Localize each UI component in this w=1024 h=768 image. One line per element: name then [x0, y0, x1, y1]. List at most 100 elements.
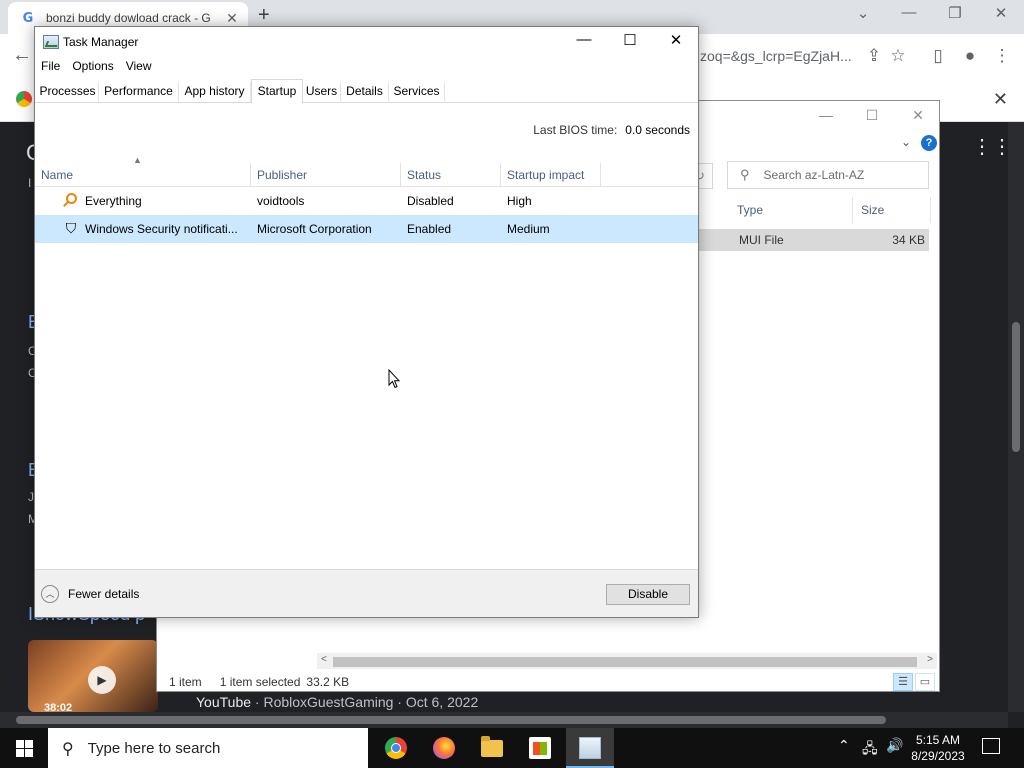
- chrome-logo-icon: [16, 91, 32, 107]
- windows-taskbar: ⚲ Type here to search ⌃ 🖧 🔊 5:15 AM 8/29…: [0, 728, 1024, 768]
- chevron-up-icon[interactable]: ⌃: [838, 738, 850, 754]
- row-publisher: Microsoft Corporation: [257, 222, 372, 236]
- tab-users[interactable]: Users: [303, 82, 341, 103]
- bios-time-label: Last BIOS time:: [533, 123, 618, 137]
- tab-app-history[interactable]: App history: [179, 82, 251, 103]
- clock-date: 8/29/2023: [911, 749, 965, 763]
- back-arrow-icon[interactable]: ←: [12, 44, 32, 67]
- bios-time-value: 0.0 seconds: [625, 123, 690, 137]
- help-icon[interactable]: ?: [921, 135, 937, 151]
- side-panel-icon[interactable]: ▯: [926, 46, 950, 66]
- large-icons-view-icon[interactable]: ▭: [915, 673, 935, 691]
- close-button[interactable]: ✕: [653, 31, 699, 53]
- chrome-menu-icon[interactable]: ⋮: [990, 46, 1014, 66]
- taskbar-search-placeholder: Type here to search: [87, 739, 221, 757]
- row-name: Windows Security notificati...: [85, 222, 238, 236]
- minimize-button[interactable]: —: [561, 31, 607, 53]
- explorer-close-button[interactable]: ✕: [895, 107, 941, 124]
- start-button[interactable]: [0, 728, 48, 768]
- clock-time: 5:15 AM: [915, 733, 961, 747]
- disable-button[interactable]: Disable: [606, 584, 690, 605]
- notification-icon[interactable]: [982, 738, 1000, 754]
- column-header-name[interactable]: Name: [35, 163, 251, 187]
- new-tab-button[interactable]: +: [258, 4, 270, 27]
- magnifier-icon: [66, 193, 77, 204]
- column-header-status[interactable]: Status: [401, 163, 501, 187]
- menu-file[interactable]: File: [35, 57, 66, 77]
- ribbon-expand-icon[interactable]: ⌄: [901, 135, 911, 149]
- task-manager-icon: [43, 35, 59, 49]
- network-icon[interactable]: 🖧: [862, 738, 878, 762]
- status-selected: 1 item selected: [219, 675, 301, 689]
- chevron-up-icon: ︿: [41, 585, 59, 603]
- infobar-close-icon[interactable]: ✕: [993, 89, 1008, 110]
- play-icon[interactable]: ▶: [88, 666, 116, 694]
- video-source[interactable]: YouTube: [196, 694, 251, 710]
- task-manager-titlebar[interactable]: Task Manager — ☐ ✕: [35, 27, 698, 57]
- chevron-down-icon[interactable]: ⌄: [840, 4, 886, 22]
- chrome-restore-button[interactable]: ❐: [932, 4, 978, 22]
- bookmark-star-icon[interactable]: ☆: [886, 46, 910, 66]
- tab-processes[interactable]: Processes: [37, 82, 99, 103]
- tab-close-icon[interactable]: ✕: [224, 10, 240, 27]
- column-header-type[interactable]: Type: [729, 197, 853, 223]
- row-name: Everything: [85, 194, 142, 208]
- row-impact: Medium: [507, 222, 550, 236]
- status-item-count: 1 item: [169, 675, 202, 689]
- firefox-icon: [433, 737, 455, 759]
- menu-view[interactable]: View: [120, 57, 158, 77]
- table-row[interactable]: Everything voidtools Disabled High: [35, 187, 698, 215]
- explorer-search-placeholder: Search az-Latn-AZ: [763, 168, 865, 182]
- window-title: Task Manager: [63, 35, 139, 49]
- file-row[interactable]: MUI File 34 KB: [697, 229, 929, 251]
- tab-performance[interactable]: Performance: [99, 82, 179, 103]
- browser-tab-title: bonzi buddy dowload crack - G: [46, 11, 211, 25]
- omnibox-url[interactable]: zoq=&gs_lcrp=EgZjaH...: [700, 48, 852, 64]
- mouse-cursor-icon: [388, 368, 401, 389]
- menu-bar: File Options View: [35, 57, 158, 77]
- bios-time: Last BIOS time: 0.0 seconds: [533, 123, 690, 137]
- explorer-maximize-button[interactable]: ☐: [849, 107, 895, 124]
- column-header-startup-impact[interactable]: Startup impact: [501, 163, 601, 187]
- task-manager-icon: [579, 737, 601, 759]
- chrome-close-button[interactable]: ✕: [978, 4, 1024, 22]
- video-meta: YouTube · RobloxGuestGaming · Oct 6, 202…: [196, 694, 478, 710]
- taskbar-firefox[interactable]: [420, 728, 468, 768]
- google-icon: G: [22, 10, 34, 26]
- page-vertical-scrollbar[interactable]: [1008, 122, 1024, 712]
- explorer-search-input[interactable]: ⚲ Search az-Latn-AZ: [727, 161, 929, 189]
- search-icon: ⚲: [740, 167, 750, 182]
- task-manager-footer: ︿ Fewer details Disable: [35, 570, 698, 617]
- page-horizontal-scrollbar[interactable]: [0, 712, 1008, 728]
- row-status: Enabled: [407, 222, 452, 236]
- explorer-minimize-button[interactable]: —: [803, 107, 849, 123]
- column-header-publisher[interactable]: Publisher: [251, 163, 401, 187]
- chrome-minimize-button[interactable]: —: [886, 4, 932, 21]
- chrome-icon: [385, 737, 407, 759]
- details-view-icon[interactable]: ☰: [893, 673, 913, 691]
- file-type: MUI File: [739, 233, 784, 247]
- taskbar-file-explorer[interactable]: [468, 728, 516, 768]
- share-icon[interactable]: ⇪: [862, 46, 886, 66]
- video-meta-details: · RobloxGuestGaming · Oct 6, 2022: [251, 694, 479, 710]
- explorer-horizontal-scrollbar[interactable]: < >: [317, 653, 937, 669]
- taskbar-task-manager[interactable]: [566, 728, 614, 768]
- system-clock[interactable]: 5:15 AM 8/29/2023: [900, 732, 976, 764]
- tab-startup[interactable]: Startup: [251, 79, 303, 104]
- taskbar-store[interactable]: [516, 728, 564, 768]
- row-impact: High: [507, 194, 532, 208]
- tab-services[interactable]: Services: [389, 82, 445, 103]
- tab-strip: Processes Performance App history Startu…: [35, 79, 698, 104]
- task-manager-window: Task Manager — ☐ ✕ File Options View Pro…: [34, 26, 699, 618]
- taskbar-search-box[interactable]: ⚲ Type here to search: [48, 728, 368, 768]
- fewer-details-button[interactable]: ︿ Fewer details: [41, 584, 139, 604]
- table-row[interactable]: ⛉ Windows Security notificati... Microso…: [35, 215, 698, 243]
- tab-details[interactable]: Details: [341, 82, 389, 103]
- maximize-button[interactable]: ☐: [607, 31, 653, 53]
- taskbar-chrome[interactable]: [372, 728, 420, 768]
- file-size: 34 KB: [892, 233, 925, 247]
- profile-avatar-icon[interactable]: ●: [958, 46, 982, 66]
- menu-options[interactable]: Options: [66, 57, 119, 77]
- startup-table-header: Name Publisher Status Startup impact: [35, 163, 698, 187]
- column-header-size[interactable]: Size: [853, 197, 931, 223]
